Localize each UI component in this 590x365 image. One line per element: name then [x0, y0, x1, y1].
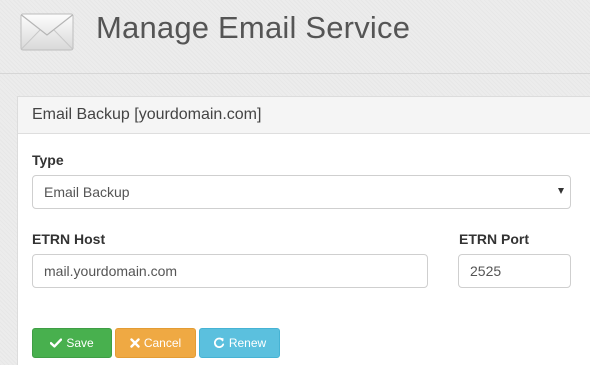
save-button[interactable]: Save [32, 328, 112, 358]
cancel-button[interactable]: Cancel [115, 328, 196, 358]
type-label: Type [32, 152, 64, 168]
renew-button-label: Renew [228, 336, 267, 350]
chevron-down-icon [558, 188, 564, 194]
page-header: Manage Email Service [0, 0, 590, 74]
etrn-port-input[interactable]: 2525 [458, 254, 571, 288]
type-select-value: Email Backup [44, 184, 130, 200]
type-select[interactable]: Email Backup [32, 175, 571, 209]
envelope-icon [20, 13, 74, 51]
etrn-port-label: ETRN Port [459, 231, 529, 247]
renew-button[interactable]: Renew [199, 328, 280, 358]
refresh-icon [213, 337, 225, 349]
close-icon [130, 338, 140, 348]
etrn-port-value: 2525 [470, 263, 502, 279]
email-backup-panel: Email Backup [yourdomain.com] Type Email… [17, 96, 590, 365]
save-button-label: Save [66, 336, 94, 350]
etrn-host-input[interactable]: mail.yourdomain.com [32, 254, 428, 288]
etrn-host-label: ETRN Host [32, 231, 106, 247]
check-icon [50, 338, 63, 348]
page-title: Manage Email Service [96, 10, 411, 45]
panel-heading: Email Backup [yourdomain.com] [18, 97, 590, 134]
etrn-host-value: mail.yourdomain.com [44, 263, 178, 279]
cancel-button-label: Cancel [143, 336, 182, 350]
